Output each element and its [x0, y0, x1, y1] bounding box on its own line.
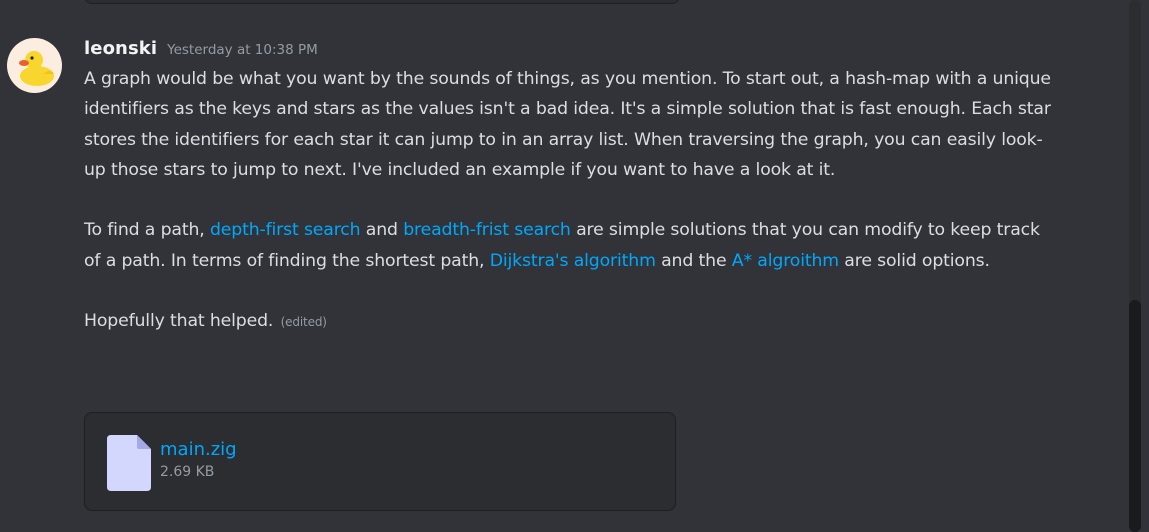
file-name-link[interactable]: main.zig: [160, 439, 237, 460]
paragraph-text: Hopefully that helped.: [84, 311, 274, 332]
file-icon: [107, 435, 151, 491]
message-content: A graph would be what you want by the so…: [84, 64, 1056, 338]
paragraph-text: and the: [655, 250, 732, 271]
message-paragraph: Hopefully that helped. (edited): [84, 306, 1056, 337]
link-a-star-algorithm[interactable]: A* algroithm: [732, 251, 839, 271]
link-breadth-first-search[interactable]: breadth-frist search: [403, 220, 571, 240]
message-paragraph: To find a path, depth-first search and b…: [84, 215, 1056, 276]
message-timestamp[interactable]: Yesterday at 10:38 PM: [167, 42, 318, 58]
scrollbar-thumb[interactable]: [1129, 300, 1141, 532]
file-size: 2.69 KB: [160, 464, 215, 480]
file-attachment[interactable]: main.zig 2.69 KB: [84, 412, 676, 511]
previous-attachment-edge: [84, 0, 680, 4]
username[interactable]: leonski: [84, 38, 157, 59]
link-depth-first-search[interactable]: depth-first search: [210, 220, 361, 240]
paragraph-text: and: [360, 220, 404, 241]
avatar[interactable]: [7, 38, 62, 93]
link-dijkstras-algorithm[interactable]: Dijkstra's algorithm: [490, 251, 656, 271]
message-header: leonski Yesterday at 10:38 PM: [84, 38, 318, 62]
rubber-duck-icon: [19, 51, 54, 86]
paragraph-text: are solid options.: [838, 250, 990, 271]
paragraph-text: To find a path,: [84, 220, 210, 241]
message-paragraph: A graph would be what you want by the so…: [84, 69, 1051, 180]
edited-label: (edited): [280, 315, 327, 330]
